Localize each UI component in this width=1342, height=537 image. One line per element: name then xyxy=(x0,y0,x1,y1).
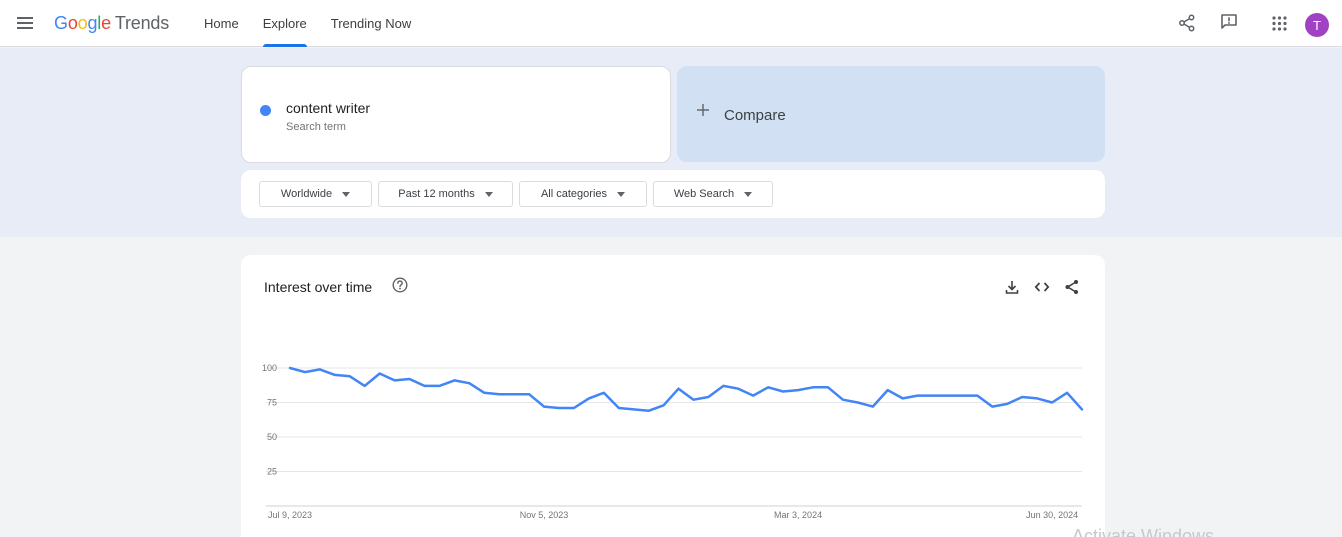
caret-down-icon xyxy=(484,191,493,197)
caret-down-icon xyxy=(617,191,626,197)
time-range-dropdown[interactable]: Past 12 months xyxy=(378,181,513,207)
time-range-value: Past 12 months xyxy=(398,188,475,200)
share-icon[interactable] xyxy=(1178,14,1196,32)
interest-over-time-card: Interest over time 25 50 75 100 Jul 9, 2023 N… xyxy=(241,255,1105,537)
interest-line-chart: 25 50 75 100 Jul 9, 2023 Nov 5, 2023 Mar 3, 20… xyxy=(262,363,1084,520)
logo-letter: o xyxy=(77,13,88,33)
feedback-icon[interactable] xyxy=(1220,13,1238,31)
logo-product: Trends xyxy=(114,13,170,33)
region-dropdown[interactable]: Worldwide xyxy=(259,181,372,207)
logo-letter: o xyxy=(67,13,78,33)
logo-letter: g xyxy=(87,13,98,33)
series-line-content-writer xyxy=(288,366,1084,413)
nav-trending-now[interactable]: Trending Now xyxy=(319,0,423,47)
y-tick-label: 50 xyxy=(267,432,277,442)
menu-icon[interactable] xyxy=(16,14,34,32)
logo-letter: e xyxy=(101,13,111,33)
top-bar: Google Trends Home Explore Trending Now T xyxy=(0,0,1342,47)
y-tick-label: 100 xyxy=(262,363,277,373)
category-dropdown[interactable]: All categories xyxy=(519,181,647,207)
category-value: All categories xyxy=(540,188,608,200)
search-property-dropdown[interactable]: Web Search xyxy=(653,181,773,207)
y-tick-label: 25 xyxy=(267,467,277,477)
caret-down-icon xyxy=(342,191,351,197)
search-term-card[interactable]: content writer Search term xyxy=(241,66,671,163)
nav-explore[interactable]: Explore xyxy=(251,0,319,47)
plus-icon xyxy=(697,104,709,116)
nav-home-label: Home xyxy=(204,16,239,31)
nav-home[interactable]: Home xyxy=(192,0,251,47)
logo-letter: G xyxy=(54,13,68,33)
apps-icon[interactable] xyxy=(1272,16,1287,31)
avatar[interactable]: T xyxy=(1305,13,1329,37)
avatar-letter: T xyxy=(1313,17,1321,33)
region-value: Worldwide xyxy=(280,188,333,200)
x-tick-label: Nov 5, 2023 xyxy=(520,510,569,520)
compare-label: Compare xyxy=(724,107,786,124)
compare-button[interactable]: Compare xyxy=(677,66,1105,162)
x-tick-label: Jul 9, 2023 xyxy=(268,510,312,520)
nav-trending-label: Trending Now xyxy=(330,16,412,31)
x-tick-label: Mar 3, 2024 xyxy=(774,510,822,520)
term-color-dot xyxy=(260,105,271,116)
search-term-type: Search term xyxy=(286,121,346,133)
x-tick-label: Jun 30, 2024 xyxy=(1026,510,1078,520)
main-nav: Home Explore Trending Now xyxy=(192,0,423,47)
caret-down-icon xyxy=(744,191,753,197)
logo-google: Google xyxy=(54,13,111,33)
search-property-value: Web Search xyxy=(673,188,735,200)
search-band: content writer Search term Compare World… xyxy=(0,48,1342,237)
search-term: content writer xyxy=(286,100,371,116)
google-trends-logo[interactable]: Google Trends xyxy=(54,13,169,34)
y-tick-label: 75 xyxy=(267,398,277,408)
filter-bar: Worldwide Past 12 months All categories … xyxy=(241,170,1105,218)
activate-windows-watermark: Activate Windows xyxy=(1072,526,1215,537)
nav-explore-label: Explore xyxy=(262,16,307,31)
